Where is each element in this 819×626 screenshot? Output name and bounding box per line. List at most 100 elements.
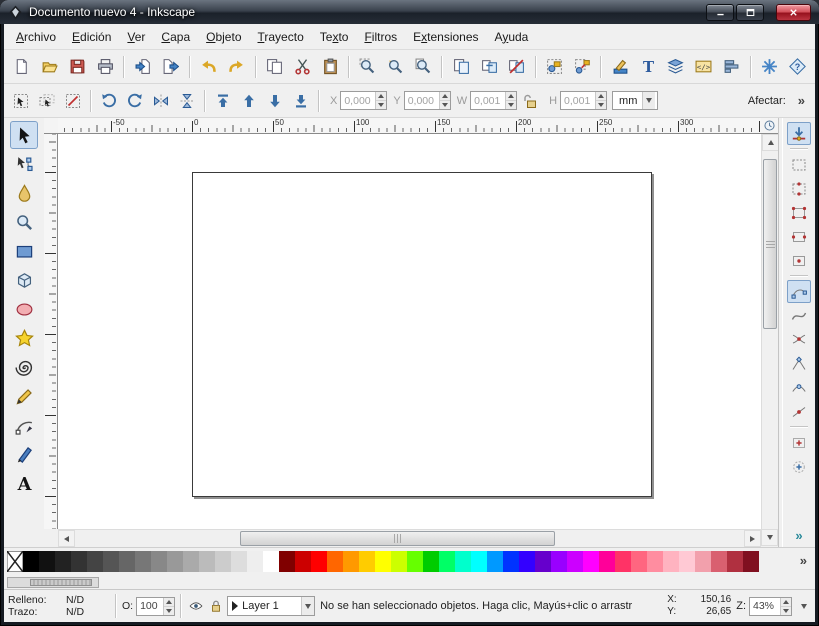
menu-filtros[interactable]: Filtros [356,27,405,47]
snap-midpoints-button[interactable] [787,400,811,423]
palette-swatch[interactable] [519,551,535,572]
snap-cusp-nodes-button[interactable] [787,352,811,375]
palette-swatch[interactable] [583,551,599,572]
palette-swatch[interactable] [231,551,247,572]
palette-swatch[interactable] [391,551,407,572]
unlink-clone-button[interactable] [504,54,530,80]
bezier-tool-button[interactable] [10,411,38,439]
w-field-decrement[interactable] [506,101,516,109]
horizontal-scroll-thumb[interactable] [240,531,555,546]
snap-intersections-button[interactable] [787,328,811,351]
palette-swatch[interactable] [359,551,375,572]
h-field-increment[interactable] [596,92,606,101]
palette-swatch[interactable] [503,551,519,572]
palette-swatch[interactable] [279,551,295,572]
snap-master-button[interactable] [787,122,811,145]
align-dialog-button[interactable] [719,54,745,80]
palette-scrollbar[interactable] [7,577,99,588]
opacity-spinbox-decrement[interactable] [164,607,174,615]
snap-bbox-corners-button[interactable] [787,201,811,224]
snap-object-centers-button[interactable] [787,431,811,454]
snap-bbox-midpoints-button[interactable] [787,225,811,248]
ruler-corner-icon[interactable] [763,119,776,132]
create-clone-button[interactable] [476,54,502,80]
palette-swatch[interactable] [103,551,119,572]
box3d-tool-button[interactable] [10,266,38,294]
zoom-spinbox-input[interactable] [750,598,780,615]
snap-bbox-button[interactable] [787,153,811,176]
group-objects-button[interactable] [542,54,568,80]
snap-bbox-edges-button[interactable] [787,177,811,200]
layer-dropdown-arrow[interactable] [301,597,314,615]
pencil-tool-button[interactable] [10,382,38,410]
rotate-ccw-button[interactable] [97,89,121,113]
palette-swatch[interactable] [263,551,279,572]
palette-swatch[interactable] [215,551,231,572]
menu-objeto[interactable]: Objeto [198,27,249,47]
menu-texto[interactable]: Texto [312,27,357,47]
snap-rotation-centers-button[interactable] [787,455,811,478]
canvas[interactable] [58,134,761,529]
palette-swatch[interactable] [343,551,359,572]
palette-swatch[interactable] [423,551,439,572]
duplicate-button[interactable] [448,54,474,80]
fill-stroke-indicator[interactable]: Relleno: N/D Trazo: N/D [8,594,110,618]
scroll-left-button[interactable] [58,530,75,547]
palette-swatch[interactable] [119,551,135,572]
rect-tool-button[interactable] [10,237,38,265]
palette-swatch[interactable] [695,551,711,572]
snap-paths-button[interactable] [787,304,811,327]
open-document-button[interactable] [37,54,63,80]
y-field-input[interactable] [405,92,439,109]
menu-capa[interactable]: Capa [153,27,198,47]
palette-swatch[interactable] [199,551,215,572]
about-help-button[interactable]: ? [784,54,810,80]
palette-swatch[interactable] [647,551,663,572]
palette-swatch[interactable] [167,551,183,572]
print-document-button[interactable] [92,54,118,80]
xml-editor-button[interactable]: </> [691,54,717,80]
copy-button[interactable] [262,54,288,80]
w-field-input[interactable] [471,92,505,109]
close-button[interactable] [776,4,811,21]
palette-swatch[interactable] [183,551,199,572]
zoom-drawing-button[interactable] [383,54,409,80]
zoom-page-button[interactable] [411,54,437,80]
node-tool-button[interactable] [10,150,38,178]
palette-swatch[interactable] [711,551,727,572]
palette-scroll-thumb[interactable] [30,579,92,586]
zoom-selection-button[interactable] [355,54,381,80]
palette-swatch[interactable] [135,551,151,572]
save-document-button[interactable] [65,54,91,80]
menu-ver[interactable]: Ver [119,27,153,47]
palette-swatch[interactable] [151,551,167,572]
layers-dialog-button[interactable] [663,54,689,80]
palette-swatch[interactable] [247,551,263,572]
vertical-scroll-track[interactable] [762,151,778,529]
x-field-increment[interactable] [376,92,386,101]
scroll-right-button[interactable] [744,530,761,547]
statusbar-collapse-button[interactable] [797,590,811,622]
zoom-spinbox-increment[interactable] [781,598,791,607]
vertical-scrollbar[interactable] [761,134,778,529]
palette-swatch[interactable] [455,551,471,572]
export-document-button[interactable] [158,54,184,80]
menu-ayuda[interactable]: Ayuda [487,27,537,47]
palette-swatch[interactable] [295,551,311,572]
selector-tool-button[interactable] [10,121,38,149]
preferences-button[interactable] [757,54,783,80]
vertical-ruler[interactable] [44,134,58,529]
undo-button[interactable] [196,54,222,80]
palette-swatch[interactable] [311,551,327,572]
palette-swatch[interactable] [71,551,87,572]
redo-button[interactable] [224,54,250,80]
select-all-button[interactable] [9,89,33,113]
palette-swatch[interactable] [407,551,423,572]
minimize-button[interactable] [706,4,734,21]
tweak-tool-button[interactable] [10,179,38,207]
palette-swatch[interactable] [567,551,583,572]
calligraphy-tool-button[interactable] [10,440,38,468]
palette-swatch[interactable] [727,551,743,572]
cut-button[interactable] [289,54,315,80]
opacity-spinbox-increment[interactable] [164,598,174,607]
